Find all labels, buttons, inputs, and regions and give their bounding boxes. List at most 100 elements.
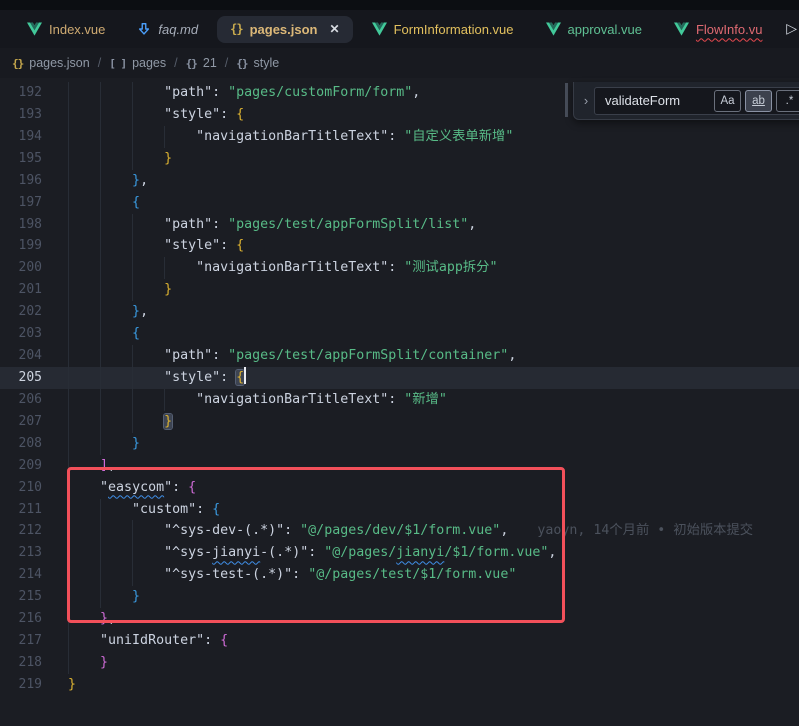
indent-guide xyxy=(68,345,69,367)
line-number[interactable]: 205 xyxy=(0,367,42,389)
indent-guide xyxy=(68,630,69,652)
code-line-199[interactable]: 199 "style": { xyxy=(0,235,799,257)
line-number[interactable]: 201 xyxy=(0,279,42,301)
code-line-216[interactable]: 216 }, xyxy=(0,608,799,630)
line-number[interactable]: 204 xyxy=(0,345,42,367)
code-line-194[interactable]: 194 "navigationBarTitleText": "自定义表单新增" xyxy=(0,126,799,148)
tab-flowinfo-vu[interactable]: FlowInfo.vu xyxy=(661,16,775,43)
line-number[interactable]: 196 xyxy=(0,170,42,192)
indent-guide xyxy=(100,411,101,433)
line-number[interactable]: 202 xyxy=(0,301,42,323)
code-line-201[interactable]: 201 } xyxy=(0,279,799,301)
line-number[interactable]: 211 xyxy=(0,499,42,521)
vscode-window: Index.vuefaq.md {}pages.json ✕ FormInformat… xyxy=(0,0,799,726)
line-number[interactable]: 212 xyxy=(0,520,42,542)
indent-guide xyxy=(132,345,133,367)
line-number[interactable]: 192 xyxy=(0,82,42,104)
line-number[interactable]: 199 xyxy=(0,235,42,257)
indent-guide xyxy=(68,586,69,608)
indent-guide xyxy=(100,279,101,301)
indent-guide xyxy=(68,367,69,389)
git-blame-annotation: yaoyn, 14个月前 • 初始版本提交 xyxy=(537,523,753,538)
line-number[interactable]: 194 xyxy=(0,126,42,148)
code-line-213[interactable]: 213 "^sys-jianyi-(.*)": "@/pages/jianyi/… xyxy=(0,542,799,564)
tab-approval-vue[interactable]: approval.vue xyxy=(533,16,655,43)
code-line-205[interactable]: 205 "style": { xyxy=(0,367,799,389)
line-content: } xyxy=(68,586,140,608)
line-content: } xyxy=(68,674,76,696)
code-line-211[interactable]: 211 "custom": { xyxy=(0,499,799,521)
tab-label: pages.json xyxy=(250,22,318,37)
whole-word-button[interactable]: ab xyxy=(745,90,772,112)
line-number[interactable]: 214 xyxy=(0,564,42,586)
code-line-200[interactable]: 200 "navigationBarTitleText": "测试app拆分" xyxy=(0,257,799,279)
regex-button[interactable]: .* xyxy=(776,90,799,112)
line-number[interactable]: 219 xyxy=(0,674,42,696)
code-line-209[interactable]: 209 ], xyxy=(0,455,799,477)
indent-guide xyxy=(100,499,101,521)
line-number[interactable]: 195 xyxy=(0,148,42,170)
tab-faq-md[interactable]: faq.md xyxy=(124,16,211,43)
line-number[interactable]: 193 xyxy=(0,104,42,126)
breadcrumb-item-pages-json[interactable]: {}pages.json xyxy=(12,56,90,70)
symbol-icon: [ ] xyxy=(109,57,126,70)
line-content: } xyxy=(68,279,172,301)
tab-forminformation-vue[interactable]: FormInformation.vue xyxy=(359,16,527,43)
indent-guide xyxy=(100,126,101,148)
code-line-198[interactable]: 198 "path": "pages/test/appFormSplit/lis… xyxy=(0,214,799,236)
line-number[interactable]: 208 xyxy=(0,433,42,455)
line-number[interactable]: 203 xyxy=(0,323,42,345)
line-number[interactable]: 209 xyxy=(0,455,42,477)
code-line-215[interactable]: 215 } xyxy=(0,586,799,608)
line-content: } xyxy=(68,148,172,170)
code-editor[interactable]: 192 "path": "pages/customForm/form",193 … xyxy=(0,78,799,726)
code-line-210[interactable]: 210 "easycom": { xyxy=(0,477,799,499)
code-line-206[interactable]: 206 "navigationBarTitleText": "新增" xyxy=(0,389,799,411)
breadcrumb-item-style[interactable]: {}style xyxy=(236,56,279,70)
indent-guide xyxy=(68,279,69,301)
line-number[interactable]: 207 xyxy=(0,411,42,433)
line-number[interactable]: 210 xyxy=(0,477,42,499)
indent-guide xyxy=(68,411,69,433)
match-case-button[interactable]: Aa xyxy=(714,90,741,112)
code-line-196[interactable]: 196 }, xyxy=(0,170,799,192)
whole-word-label: ab xyxy=(752,95,765,107)
line-content: "style": { xyxy=(68,235,244,257)
line-number[interactable]: 206 xyxy=(0,389,42,411)
line-number[interactable]: 198 xyxy=(0,214,42,236)
code-line-207[interactable]: 207 } xyxy=(0,411,799,433)
code-line-219[interactable]: 219} xyxy=(0,674,799,696)
code-line-202[interactable]: 202 }, xyxy=(0,301,799,323)
find-input[interactable]: validateForm Aa ab .* xyxy=(594,87,799,115)
code-line-195[interactable]: 195 } xyxy=(0,148,799,170)
code-line-217[interactable]: 217 "uniIdRouter": { xyxy=(0,630,799,652)
breadcrumb-item-21[interactable]: {}21 xyxy=(186,56,217,70)
line-number[interactable]: 217 xyxy=(0,630,42,652)
line-number[interactable]: 200 xyxy=(0,257,42,279)
close-tab-icon[interactable]: ✕ xyxy=(330,22,340,36)
indent-guide xyxy=(132,214,133,236)
code-line-218[interactable]: 218 } xyxy=(0,652,799,674)
find-expand-chevron-icon[interactable]: › xyxy=(578,93,594,108)
indent-guide xyxy=(68,148,69,170)
tab-index-vue[interactable]: Index.vue xyxy=(14,16,118,43)
line-number[interactable]: 216 xyxy=(0,608,42,630)
line-number[interactable]: 215 xyxy=(0,586,42,608)
breadcrumb-separator: / xyxy=(225,56,228,70)
code-line-204[interactable]: 204 "path": "pages/test/appFormSplit/con… xyxy=(0,345,799,367)
indent-guide xyxy=(100,586,101,608)
code-line-214[interactable]: 214 "^sys-test-(.*)": "@/pages/test/$1/f… xyxy=(0,564,799,586)
find-query-text[interactable]: validateForm xyxy=(605,93,710,108)
breadcrumb-item-pages[interactable]: [ ]pages xyxy=(109,56,166,70)
code-line-212[interactable]: 212 "^sys-dev-(.*)": "@/pages/dev/$1/for… xyxy=(0,520,799,542)
code-line-197[interactable]: 197 { xyxy=(0,192,799,214)
line-number[interactable]: 197 xyxy=(0,192,42,214)
line-number[interactable]: 218 xyxy=(0,652,42,674)
tabs-scroll-right-icon[interactable]: ▷ xyxy=(786,20,797,37)
line-number[interactable]: 213 xyxy=(0,542,42,564)
find-widget-sash[interactable] xyxy=(565,83,568,117)
tab-pages-json[interactable]: {}pages.json✕ xyxy=(217,16,352,43)
window-top-edge xyxy=(0,0,799,10)
code-line-203[interactable]: 203 { xyxy=(0,323,799,345)
code-line-208[interactable]: 208 } xyxy=(0,433,799,455)
